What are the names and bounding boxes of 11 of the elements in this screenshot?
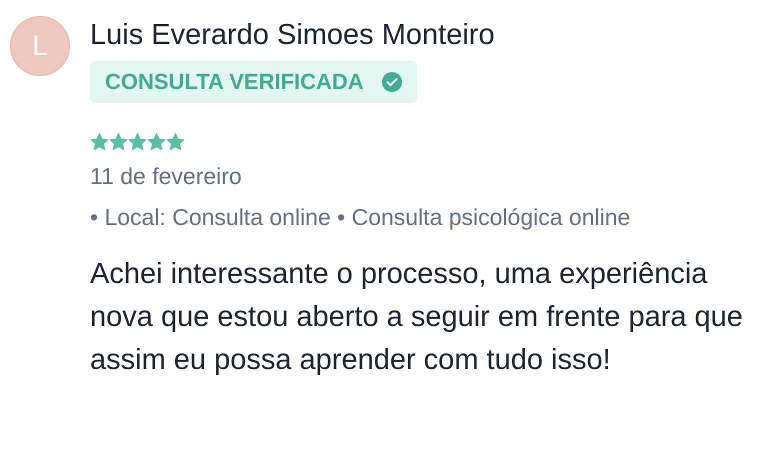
author-name: Luis Everardo Simoes Monteiro <box>90 18 495 53</box>
star-icon <box>147 133 166 151</box>
star-icon <box>166 133 185 151</box>
star-icon <box>90 133 109 151</box>
review-text: Achei interessante o processo, uma experiência nova que estou aberto a seguir em frente para que assim eu possa aprender com tudo isso! <box>90 257 744 378</box>
visit-details: • Local: Consulta online • Consulta psicológica online <box>90 204 630 231</box>
avatar: L <box>10 16 70 76</box>
badge-label: CONSULTA VERIFICADA <box>105 69 364 95</box>
star-icon <box>109 133 128 151</box>
star-icon <box>128 133 147 151</box>
review-date: 11 de fevereiro <box>90 163 242 190</box>
